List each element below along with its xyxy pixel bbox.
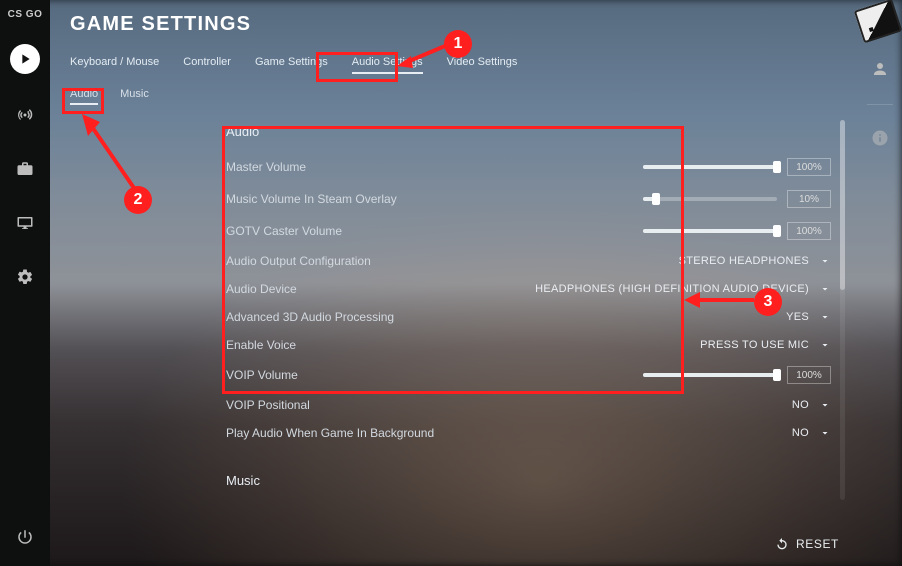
dropdown[interactable]: NO — [792, 399, 831, 411]
dropdown[interactable]: PRESS TO USE MIC — [700, 339, 831, 351]
subtab-audio[interactable]: Audio — [70, 88, 98, 105]
dropdown-value: NO — [792, 399, 809, 411]
watch-icon[interactable] — [12, 210, 38, 236]
slider-value: 10% — [787, 190, 831, 208]
divider — [867, 104, 893, 105]
setting-label: GOTV Caster Volume — [226, 224, 342, 238]
setting-label: Advanced 3D Audio Processing — [226, 310, 394, 324]
tab-controller[interactable]: Controller — [183, 52, 231, 74]
setting-row: Enable Voice PRESS TO USE MIC — [220, 331, 837, 359]
setting-row: Advanced 3D Audio Processing YES — [220, 303, 837, 331]
play-button[interactable] — [10, 44, 40, 74]
profile-icon[interactable] — [867, 56, 893, 82]
dropdown[interactable]: HEADPHONES (HIGH DEFINITION AUDIO DEVICE… — [535, 283, 831, 295]
reset-label: RESET — [796, 537, 839, 551]
chevron-down-icon — [819, 427, 831, 439]
reset-button[interactable]: RESET — [774, 536, 839, 552]
dropdown[interactable]: STEREO HEADPHONES — [679, 255, 831, 267]
slider[interactable]: 100% — [643, 366, 831, 384]
subtab-music[interactable]: Music — [120, 88, 149, 105]
dropdown[interactable]: YES — [786, 311, 831, 323]
section-music-label: Music — [226, 473, 837, 488]
setting-label: Master Volume — [226, 160, 306, 174]
dropdown-value: PRESS TO USE MIC — [700, 339, 809, 351]
page-title: GAME SETTINGS — [50, 0, 857, 46]
dropdown-value: YES — [786, 311, 809, 323]
primary-tabs: Keyboard / Mouse Controller Game Setting… — [50, 46, 857, 84]
setting-label: Music Volume In Steam Overlay — [226, 192, 397, 206]
settings-icon[interactable] — [12, 264, 38, 290]
chevron-down-icon — [819, 283, 831, 295]
chevron-down-icon — [819, 255, 831, 267]
settings-panel: Audio Master Volume 100% Music Volume In S… — [220, 120, 837, 516]
setting-label: VOIP Volume — [226, 368, 298, 382]
chevron-down-icon — [819, 311, 831, 323]
slider-value: 100% — [787, 366, 831, 384]
setting-row: Audio Output Configuration STEREO HEADPHO… — [220, 247, 837, 275]
inventory-icon[interactable] — [12, 156, 38, 182]
dropdown-value: STEREO HEADPHONES — [679, 255, 809, 267]
dropdown-value: NO — [792, 427, 809, 439]
setting-row: Audio Device HEADPHONES (HIGH DEFINITION … — [220, 275, 837, 303]
tab-keyboard-mouse[interactable]: Keyboard / Mouse — [70, 52, 159, 74]
dropdown-value: HEADPHONES (HIGH DEFINITION AUDIO DEVICE… — [535, 283, 809, 295]
setting-row: VOIP Volume 100% — [220, 359, 837, 391]
setting-row: VOIP Positional NO — [220, 391, 837, 419]
setting-row: Music Volume In Steam Overlay 10% — [220, 183, 837, 215]
broadcast-icon[interactable] — [12, 102, 38, 128]
setting-row: GOTV Caster Volume 100% — [220, 215, 837, 247]
slider[interactable]: 10% — [643, 190, 831, 208]
setting-row: Play Audio When Game In Background NO — [220, 419, 837, 447]
reset-icon — [774, 536, 790, 552]
slider[interactable]: 100% — [643, 222, 831, 240]
secondary-tabs: Audio Music — [50, 84, 857, 115]
chevron-down-icon — [819, 399, 831, 411]
setting-label: Audio Output Configuration — [226, 254, 371, 268]
tab-audio-settings[interactable]: Audio Settings — [352, 52, 423, 74]
sidebar-left: CS GO — [0, 0, 50, 566]
slider-value: 100% — [787, 158, 831, 176]
setting-label: Enable Voice — [226, 338, 296, 352]
main: GAME SETTINGS Keyboard / Mouse Controlle… — [50, 0, 857, 566]
setting-row: Master Volume 100% — [220, 151, 837, 183]
setting-label: Play Audio When Game In Background — [226, 426, 434, 440]
scrollbar[interactable] — [840, 120, 845, 500]
dropdown[interactable]: NO — [792, 427, 831, 439]
setting-label: VOIP Positional — [226, 398, 310, 412]
info-icon[interactable] — [867, 125, 893, 151]
tab-video-settings[interactable]: Video Settings — [447, 52, 518, 74]
power-icon[interactable] — [12, 524, 38, 550]
slider-value: 100% — [787, 222, 831, 240]
scrollbar-thumb[interactable] — [840, 120, 845, 290]
chevron-down-icon — [819, 339, 831, 351]
game-logo: CS GO — [8, 10, 43, 20]
slider[interactable]: 100% — [643, 158, 831, 176]
tab-game-settings[interactable]: Game Settings — [255, 52, 328, 74]
setting-label: Audio Device — [226, 282, 297, 296]
section-audio-label: Audio — [226, 124, 837, 139]
sidebar-right — [857, 0, 902, 566]
